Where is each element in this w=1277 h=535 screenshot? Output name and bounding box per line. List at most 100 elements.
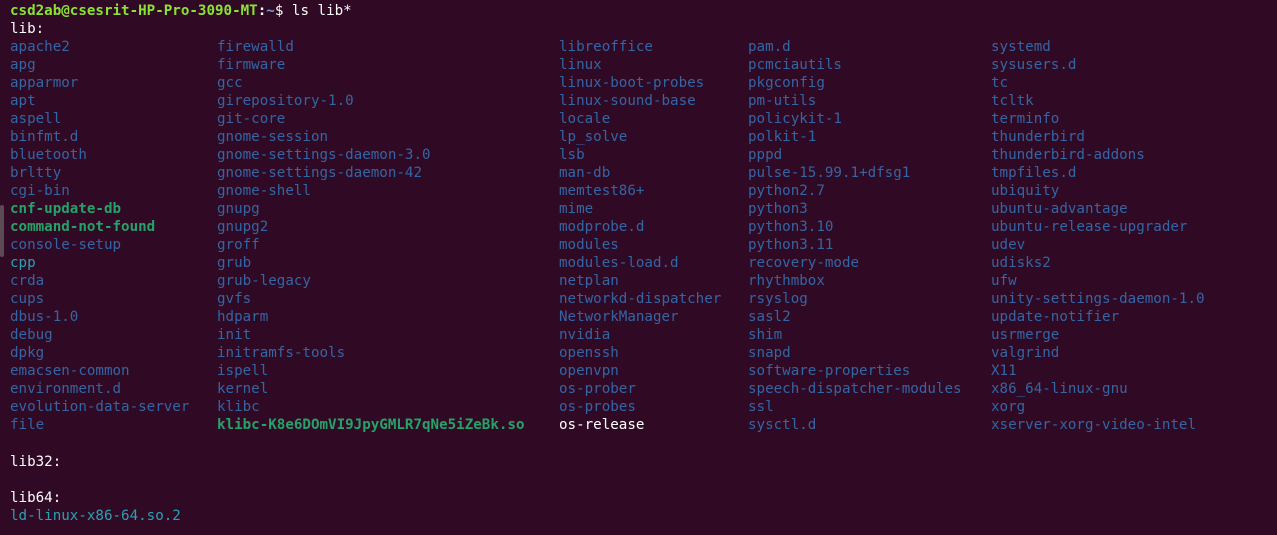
file-entry: klibc [217,399,260,415]
file-entry: xorg [991,399,1026,415]
file-entry: gvfs [217,291,252,307]
lib-column-5: systemd sysusers.d tc tcltk terminfo thunderb… [991,38,1205,434]
file-entry: sysctl.d [748,417,817,433]
file-entry: file [10,417,45,433]
file-entry: openssh [559,345,619,361]
file-entry: brltty [10,165,62,181]
file-entry: polkit-1 [748,129,817,145]
file-entry: linux [559,57,602,73]
file-entry: x86_64-linux-gnu [991,381,1128,397]
file-entry: gnome-settings-daemon-42 [217,165,422,181]
file-entry: pkgconfig [748,75,825,91]
file-entry: kernel [217,381,269,397]
file-entry: girepository-1.0 [217,93,354,109]
file-entry: apt [10,93,36,109]
file-entry: console-setup [10,237,122,253]
file-entry: groff [217,237,260,253]
file-entry: netplan [559,273,619,289]
file-entry: sysusers.d [991,57,1077,73]
file-entry: openvpn [559,363,619,379]
file-entry: thunderbird-addons [991,147,1145,163]
file-entry: recovery-mode [748,255,860,271]
file-entry: usrmerge [991,327,1060,343]
file-entry: udisks2 [991,255,1051,271]
file-entry: libreoffice [559,39,653,55]
file-entry: gnome-session [217,129,329,145]
file-entry: cgi-bin [10,183,70,199]
file-entry: modules-load.d [559,255,679,271]
file-entry: tmpfiles.d [991,165,1077,181]
file-entry: terminfo [991,111,1060,127]
file-entry: X11 [991,363,1017,379]
file-entry: snapd [748,345,791,361]
file-entry: gnome-shell [217,183,311,199]
prompt-separator: : [257,3,267,19]
file-entry: networkd-dispatcher [559,291,722,307]
command-text: ls lib* [283,3,352,19]
lib64-listing: ld-linux-x86-64.so.2 [10,507,181,525]
file-entry: gnupg2 [217,219,269,235]
lib-column-2: firewalld firmware gcc girepository-1.0 git-… [217,38,525,434]
file-entry: pppd [748,147,783,163]
file-entry: unity-settings-daemon-1.0 [991,291,1205,307]
file-entry: linux-boot-probes [559,75,705,91]
file-entry: gcc [217,75,243,91]
file-entry: firewalld [217,39,294,55]
file-entry: cups [10,291,45,307]
file-entry: os-release [559,417,645,433]
lib64-header: lib64: [10,490,62,506]
file-entry: crda [10,273,45,289]
file-entry: tc [991,75,1009,91]
file-entry: shim [748,327,783,343]
file-entry: apache2 [10,39,70,55]
terminal-window[interactable]: csd2ab@csesrit-HP-Pro-3090-MT:~$ ls lib*… [0,0,1277,535]
file-entry: bluetooth [10,147,87,163]
file-entry: software-properties [748,363,911,379]
file-entry: valgrind [991,345,1060,361]
file-entry: python2.7 [748,183,825,199]
file-entry: init [217,327,252,343]
file-entry: pam.d [748,39,791,55]
file-entry: evolution-data-server [10,399,190,415]
file-entry: debug [10,327,53,343]
file-entry: emacsen-common [10,363,130,379]
file-entry: rsyslog [748,291,808,307]
file-entry: speech-dispatcher-modules [748,381,962,397]
file-entry: klibc-K8e6DOmVI9JpyGMLR7qNe5iZeBk.so [217,417,525,433]
lib-header: lib: [10,21,45,37]
file-entry: python3.10 [748,219,834,235]
file-entry: gnome-settings-daemon-3.0 [217,147,431,163]
file-entry: linux-sound-base [559,93,696,109]
file-entry: ubuntu-advantage [991,201,1128,217]
file-entry: ubuntu-release-upgrader [991,219,1188,235]
file-entry: apparmor [10,75,79,91]
file-entry: aspell [10,111,62,127]
lib-column-3: libreoffice linux linux-boot-probes linux-s… [559,38,721,434]
prompt-line: csd2ab@csesrit-HP-Pro-3090-MT:~$ ls lib* [10,2,352,20]
file-entry: nvidia [559,327,611,343]
file-entry: ispell [217,363,269,379]
file-entry: man-db [559,165,611,181]
file-entry: firmware [217,57,286,73]
file-entry: apg [10,57,36,73]
file-entry: update-notifier [991,309,1120,325]
file-entry: git-core [217,111,286,127]
file-entry: cpp [10,255,36,271]
file-entry: gnupg [217,201,260,217]
scrollbar-thumb[interactable] [0,205,4,257]
file-entry: hdparm [217,309,269,325]
file-entry: rhythmbox [748,273,825,289]
file-entry: ubiquity [991,183,1060,199]
file-entry: cnf-update-db [10,201,122,217]
file-entry: locale [559,111,611,127]
lib-column-4: pam.d pcmciautils pkgconfig pm-utils policyk… [748,38,962,434]
file-entry: ufw [991,273,1017,289]
file-entry: systemd [991,39,1051,55]
file-entry: pm-utils [748,93,817,109]
file-entry: modules [559,237,619,253]
file-entry: lp_solve [559,129,628,145]
file-entry: udev [991,237,1026,253]
file-entry: ssl [748,399,774,415]
prompt-path: ~ [266,3,275,19]
file-entry: thunderbird [991,129,1085,145]
